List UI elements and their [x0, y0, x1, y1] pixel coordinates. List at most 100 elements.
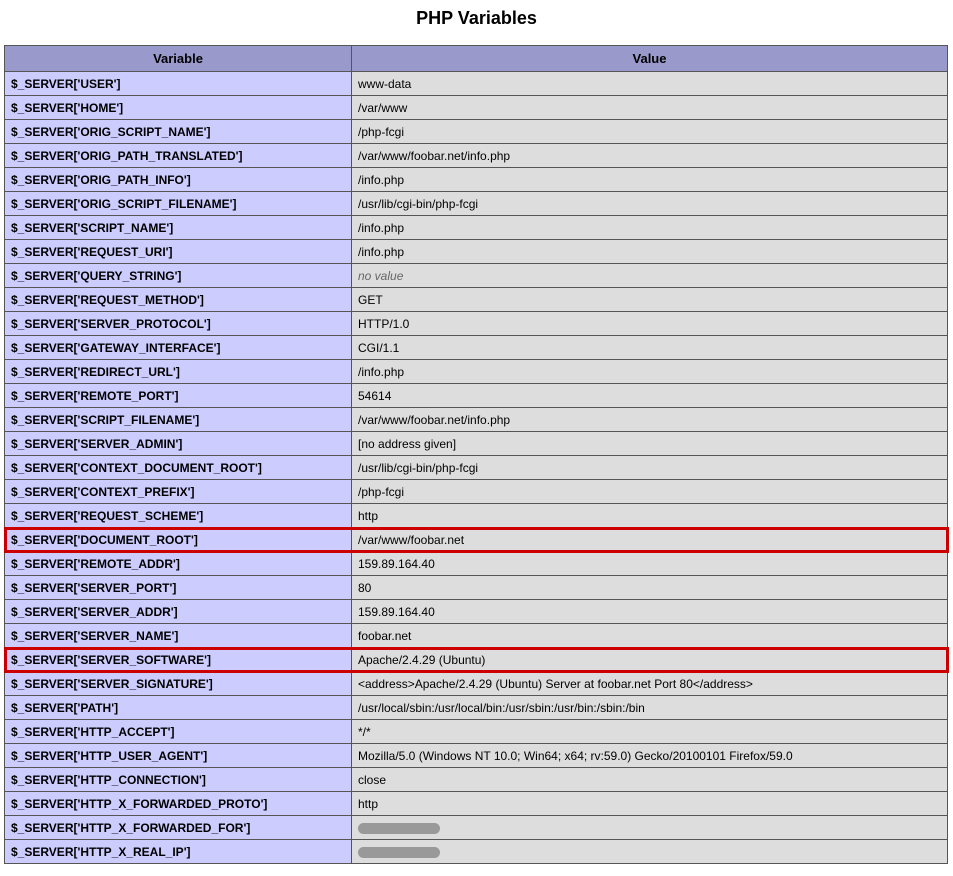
page-title: PHP Variables: [0, 8, 953, 29]
value-cell: /php-fcgi: [352, 120, 948, 144]
variable-cell: $_SERVER['HTTP_CONNECTION']: [5, 768, 352, 792]
value-cell: http: [352, 504, 948, 528]
value-cell: HTTP/1.0: [352, 312, 948, 336]
value-cell: /var/www/foobar.net/info.php: [352, 144, 948, 168]
value-cell: /info.php: [352, 216, 948, 240]
redacted-value: [358, 847, 440, 858]
table-row: $_SERVER['SCRIPT_FILENAME']/var/www/foob…: [5, 408, 948, 432]
value-cell: /usr/lib/cgi-bin/php-fcgi: [352, 456, 948, 480]
php-variables-table: Variable Value $_SERVER['USER']www-data$…: [4, 45, 948, 864]
table-row: $_SERVER['HTTP_X_REAL_IP']: [5, 840, 948, 864]
table-row: $_SERVER['USER']www-data: [5, 72, 948, 96]
value-cell: 159.89.164.40: [352, 552, 948, 576]
variable-cell: $_SERVER['SERVER_SIGNATURE']: [5, 672, 352, 696]
variable-cell: $_SERVER['REQUEST_SCHEME']: [5, 504, 352, 528]
variable-cell: $_SERVER['SERVER_SOFTWARE']: [5, 648, 352, 672]
value-cell: /info.php: [352, 240, 948, 264]
variable-cell: $_SERVER['ORIG_SCRIPT_NAME']: [5, 120, 352, 144]
table-row: $_SERVER['SERVER_ADMIN'][no address give…: [5, 432, 948, 456]
variable-cell: $_SERVER['SERVER_ADMIN']: [5, 432, 352, 456]
header-value: Value: [352, 46, 948, 72]
variable-cell: $_SERVER['DOCUMENT_ROOT']: [5, 528, 352, 552]
table-row: $_SERVER['QUERY_STRING']no value: [5, 264, 948, 288]
variable-cell: $_SERVER['CONTEXT_DOCUMENT_ROOT']: [5, 456, 352, 480]
variable-cell: $_SERVER['GATEWAY_INTERFACE']: [5, 336, 352, 360]
value-cell: /usr/local/sbin:/usr/local/bin:/usr/sbin…: [352, 696, 948, 720]
table-row: $_SERVER['HTTP_CONNECTION']close: [5, 768, 948, 792]
variable-cell: $_SERVER['REMOTE_PORT']: [5, 384, 352, 408]
table-row: $_SERVER['CONTEXT_DOCUMENT_ROOT']/usr/li…: [5, 456, 948, 480]
value-cell: Apache/2.4.29 (Ubuntu): [352, 648, 948, 672]
variable-cell: $_SERVER['SCRIPT_NAME']: [5, 216, 352, 240]
variable-cell: $_SERVER['REDIRECT_URL']: [5, 360, 352, 384]
table-row: $_SERVER['ORIG_PATH_TRANSLATED']/var/www…: [5, 144, 948, 168]
variable-cell: $_SERVER['HTTP_USER_AGENT']: [5, 744, 352, 768]
table-row: $_SERVER['CONTEXT_PREFIX']/php-fcgi: [5, 480, 948, 504]
table-row: $_SERVER['ORIG_PATH_INFO']/info.php: [5, 168, 948, 192]
value-cell: http: [352, 792, 948, 816]
value-cell: /var/www/foobar.net/info.php: [352, 408, 948, 432]
table-row: $_SERVER['SERVER_SIGNATURE']<address>Apa…: [5, 672, 948, 696]
variable-cell: $_SERVER['HTTP_ACCEPT']: [5, 720, 352, 744]
variable-cell: $_SERVER['SERVER_PORT']: [5, 576, 352, 600]
value-cell: www-data: [352, 72, 948, 96]
value-cell: /info.php: [352, 360, 948, 384]
variable-cell: $_SERVER['QUERY_STRING']: [5, 264, 352, 288]
table-row: $_SERVER['SERVER_NAME']foobar.net: [5, 624, 948, 648]
table-row: $_SERVER['GATEWAY_INTERFACE']CGI/1.1: [5, 336, 948, 360]
variable-cell: $_SERVER['USER']: [5, 72, 352, 96]
value-cell: [no address given]: [352, 432, 948, 456]
variable-cell: $_SERVER['SERVER_ADDR']: [5, 600, 352, 624]
table-header-row: Variable Value: [5, 46, 948, 72]
value-cell: Mozilla/5.0 (Windows NT 10.0; Win64; x64…: [352, 744, 948, 768]
variable-cell: $_SERVER['HOME']: [5, 96, 352, 120]
variable-cell: $_SERVER['CONTEXT_PREFIX']: [5, 480, 352, 504]
value-cell: /php-fcgi: [352, 480, 948, 504]
table-row: $_SERVER['HOME']/var/www: [5, 96, 948, 120]
table-row: $_SERVER['REDIRECT_URL']/info.php: [5, 360, 948, 384]
table-row: $_SERVER['REMOTE_ADDR']159.89.164.40: [5, 552, 948, 576]
table-row: $_SERVER['ORIG_SCRIPT_NAME']/php-fcgi: [5, 120, 948, 144]
value-cell: [352, 816, 948, 840]
table-row: $_SERVER['SERVER_PROTOCOL']HTTP/1.0: [5, 312, 948, 336]
value-cell: [352, 840, 948, 864]
value-cell: /info.php: [352, 168, 948, 192]
value-cell: /var/www: [352, 96, 948, 120]
variable-cell: $_SERVER['HTTP_X_FORWARDED_PROTO']: [5, 792, 352, 816]
variable-cell: $_SERVER['REQUEST_URI']: [5, 240, 352, 264]
value-cell: close: [352, 768, 948, 792]
value-cell: /var/www/foobar.net: [352, 528, 948, 552]
table-row: $_SERVER['HTTP_X_FORWARDED_FOR']: [5, 816, 948, 840]
table-row: $_SERVER['REQUEST_URI']/info.php: [5, 240, 948, 264]
value-cell: <address>Apache/2.4.29 (Ubuntu) Server a…: [352, 672, 948, 696]
variable-cell: $_SERVER['HTTP_X_FORWARDED_FOR']: [5, 816, 352, 840]
table-row: $_SERVER['SCRIPT_NAME']/info.php: [5, 216, 948, 240]
variable-cell: $_SERVER['REQUEST_METHOD']: [5, 288, 352, 312]
value-cell: */*: [352, 720, 948, 744]
table-row: $_SERVER['PATH']/usr/local/sbin:/usr/loc…: [5, 696, 948, 720]
value-cell: CGI/1.1: [352, 336, 948, 360]
variable-cell: $_SERVER['SERVER_NAME']: [5, 624, 352, 648]
header-variable: Variable: [5, 46, 352, 72]
table-row: $_SERVER['DOCUMENT_ROOT']/var/www/foobar…: [5, 528, 948, 552]
variable-cell: $_SERVER['ORIG_SCRIPT_FILENAME']: [5, 192, 352, 216]
table-row: $_SERVER['REQUEST_METHOD']GET: [5, 288, 948, 312]
redacted-value: [358, 823, 440, 834]
value-cell: GET: [352, 288, 948, 312]
variable-cell: $_SERVER['HTTP_X_REAL_IP']: [5, 840, 352, 864]
table-row: $_SERVER['REMOTE_PORT']54614: [5, 384, 948, 408]
table-row: $_SERVER['HTTP_ACCEPT']*/*: [5, 720, 948, 744]
table-row: $_SERVER['REQUEST_SCHEME']http: [5, 504, 948, 528]
table-row: $_SERVER['HTTP_X_FORWARDED_PROTO']http: [5, 792, 948, 816]
variable-cell: $_SERVER['SCRIPT_FILENAME']: [5, 408, 352, 432]
value-cell: 54614: [352, 384, 948, 408]
table-row: $_SERVER['SERVER_PORT']80: [5, 576, 948, 600]
value-cell: 80: [352, 576, 948, 600]
table-row: $_SERVER['SERVER_ADDR']159.89.164.40: [5, 600, 948, 624]
variable-cell: $_SERVER['REMOTE_ADDR']: [5, 552, 352, 576]
variable-cell: $_SERVER['ORIG_PATH_INFO']: [5, 168, 352, 192]
value-cell: /usr/lib/cgi-bin/php-fcgi: [352, 192, 948, 216]
variable-cell: $_SERVER['PATH']: [5, 696, 352, 720]
table-row: $_SERVER['SERVER_SOFTWARE']Apache/2.4.29…: [5, 648, 948, 672]
value-cell: no value: [352, 264, 948, 288]
